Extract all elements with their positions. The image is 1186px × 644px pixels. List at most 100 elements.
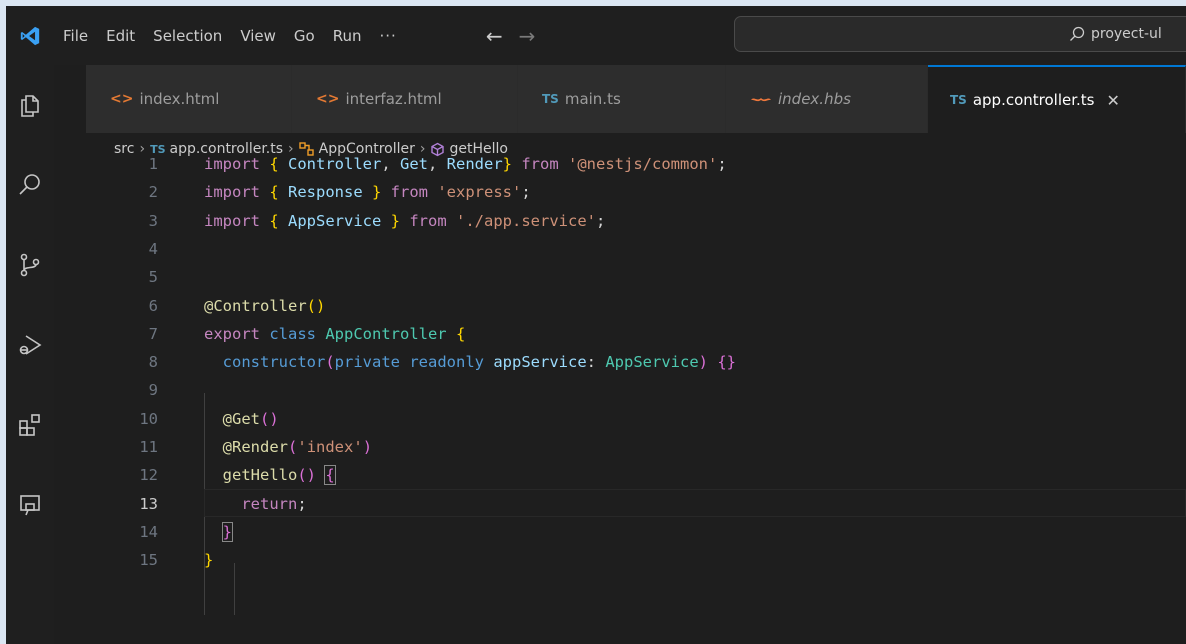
- run-debug-icon[interactable]: [6, 321, 54, 369]
- remote-explorer-icon[interactable]: [6, 481, 54, 529]
- menu-more[interactable]: ···: [371, 6, 406, 65]
- code-text: export class AppController {: [204, 319, 465, 349]
- code-line[interactable]: 6 @Controller(): [86, 291, 1186, 321]
- code-token: {}: [717, 353, 736, 372]
- code-token: '@nestjs/common': [568, 155, 718, 173]
- menu-edit[interactable]: Edit: [97, 6, 144, 65]
- tab-interfaz-html[interactable]: <> interfaz.html: [292, 65, 518, 133]
- code-line[interactable]: 8 constructor(private readonly appServic…: [86, 347, 1186, 377]
- code-token: return: [241, 494, 298, 513]
- code-text: return;: [204, 489, 306, 519]
- code-token: class: [269, 324, 326, 343]
- line-number: 1: [148, 155, 158, 173]
- code-token: readonly: [409, 353, 494, 372]
- code-token: {: [269, 211, 288, 230]
- code-line[interactable]: 12 getHello() {: [86, 460, 1186, 490]
- code-token: ;: [521, 183, 531, 202]
- code-line[interactable]: 7 export class AppController {: [86, 319, 1186, 349]
- line-number: 13: [139, 494, 158, 513]
- code-line[interactable]: 2 import { Response } from 'express';: [86, 177, 1186, 207]
- vscode-logo-icon: [6, 6, 54, 65]
- line-number: 12: [139, 466, 158, 485]
- code-token: }: [221, 521, 234, 542]
- code-line[interactable]: 14 }: [86, 517, 1186, 547]
- tab-index-hbs[interactable]: index.hbs: [726, 65, 928, 133]
- line-number: 14: [139, 522, 158, 541]
- code-token: constructor: [222, 353, 326, 372]
- code-text: @Render('index'): [204, 432, 372, 462]
- tab-app-controller-ts[interactable]: TS app.controller.ts ✕: [928, 65, 1186, 133]
- code-token: Render: [446, 155, 503, 173]
- code-token: import: [204, 211, 270, 230]
- ts-icon: TS: [542, 92, 559, 106]
- menu-view[interactable]: View: [231, 6, 285, 65]
- source-control-icon[interactable]: [6, 241, 54, 289]
- code-line[interactable]: 3 import { AppService } from './app.servi…: [86, 206, 1186, 236]
- code-text: constructor(private readonly appService:…: [204, 347, 736, 377]
- code-line[interactable]: 15}: [86, 545, 1186, 575]
- code-text: import { Response } from 'express';: [204, 177, 531, 207]
- code-token: from: [400, 211, 456, 230]
- code-line[interactable]: 13 return;: [86, 488, 1186, 519]
- code-token: 'index': [297, 438, 363, 456]
- current-line-highlight: [204, 488, 1186, 517]
- ts-icon: TS: [950, 93, 967, 107]
- menu-file[interactable]: File: [54, 6, 97, 65]
- code-line[interactable]: 4: [86, 234, 1186, 264]
- code-token: import: [204, 183, 270, 202]
- code-text: @Controller(): [204, 291, 325, 321]
- code-line[interactable]: 1 import { Controller, Get, Render} from …: [86, 149, 1186, 179]
- tab-label: index.hbs: [778, 90, 851, 108]
- code-token: {: [269, 183, 288, 202]
- menu-selection[interactable]: Selection: [144, 6, 231, 65]
- tab-index-html[interactable]: <> index.html: [86, 65, 292, 133]
- code-token: AppService: [288, 211, 391, 230]
- code-line[interactable]: 9: [86, 375, 1186, 405]
- menu-go[interactable]: Go: [285, 6, 324, 65]
- search-view-icon[interactable]: [6, 161, 54, 209]
- line-number: 7: [148, 324, 158, 343]
- code-token: @: [222, 438, 233, 456]
- code-token: }: [372, 183, 382, 202]
- activity-bar: [6, 65, 54, 644]
- code-token: (): [260, 409, 279, 428]
- code-editor[interactable]: 1 import { Controller, Get, Render} from …: [86, 155, 1186, 644]
- forward-arrow-icon[interactable]: →: [511, 24, 544, 48]
- code-text: }: [204, 517, 234, 547]
- code-token: Get: [400, 155, 428, 173]
- code-line[interactable]: 5: [86, 262, 1186, 292]
- tab-main-ts[interactable]: TS main.ts: [518, 65, 726, 133]
- search-text: proyect-ul: [1091, 26, 1162, 42]
- line-number: 8: [148, 353, 158, 372]
- code-token: (: [306, 296, 317, 315]
- command-center-search[interactable]: proyect-ul: [734, 16, 1186, 52]
- line-number: 11: [139, 438, 158, 456]
- search-icon: [1070, 26, 1085, 41]
- code-line[interactable]: 10 @Get(): [86, 404, 1186, 434]
- code-token: private: [334, 353, 410, 372]
- html-icon: <>: [110, 91, 134, 107]
- back-arrow-icon[interactable]: ←: [478, 24, 511, 48]
- code-token: from: [512, 155, 569, 173]
- code-token: ;: [717, 155, 727, 173]
- line-number: 10: [139, 409, 158, 428]
- line-number: 9: [148, 381, 158, 400]
- code-token: appService: [493, 353, 587, 372]
- code-token: @: [222, 409, 233, 428]
- tab-label: interfaz.html: [345, 90, 442, 108]
- tab-label: index.html: [139, 90, 220, 108]
- code-token: Render: [232, 438, 289, 456]
- code-line[interactable]: 11 @Render('index'): [86, 432, 1186, 462]
- tab-label: main.ts: [564, 90, 621, 108]
- extensions-icon[interactable]: [6, 401, 54, 449]
- close-icon[interactable]: ✕: [1106, 91, 1119, 110]
- code-token: ,: [428, 155, 447, 173]
- explorer-icon[interactable]: [6, 81, 54, 129]
- menu-run[interactable]: Run: [324, 6, 371, 65]
- line-number: 3: [148, 211, 158, 230]
